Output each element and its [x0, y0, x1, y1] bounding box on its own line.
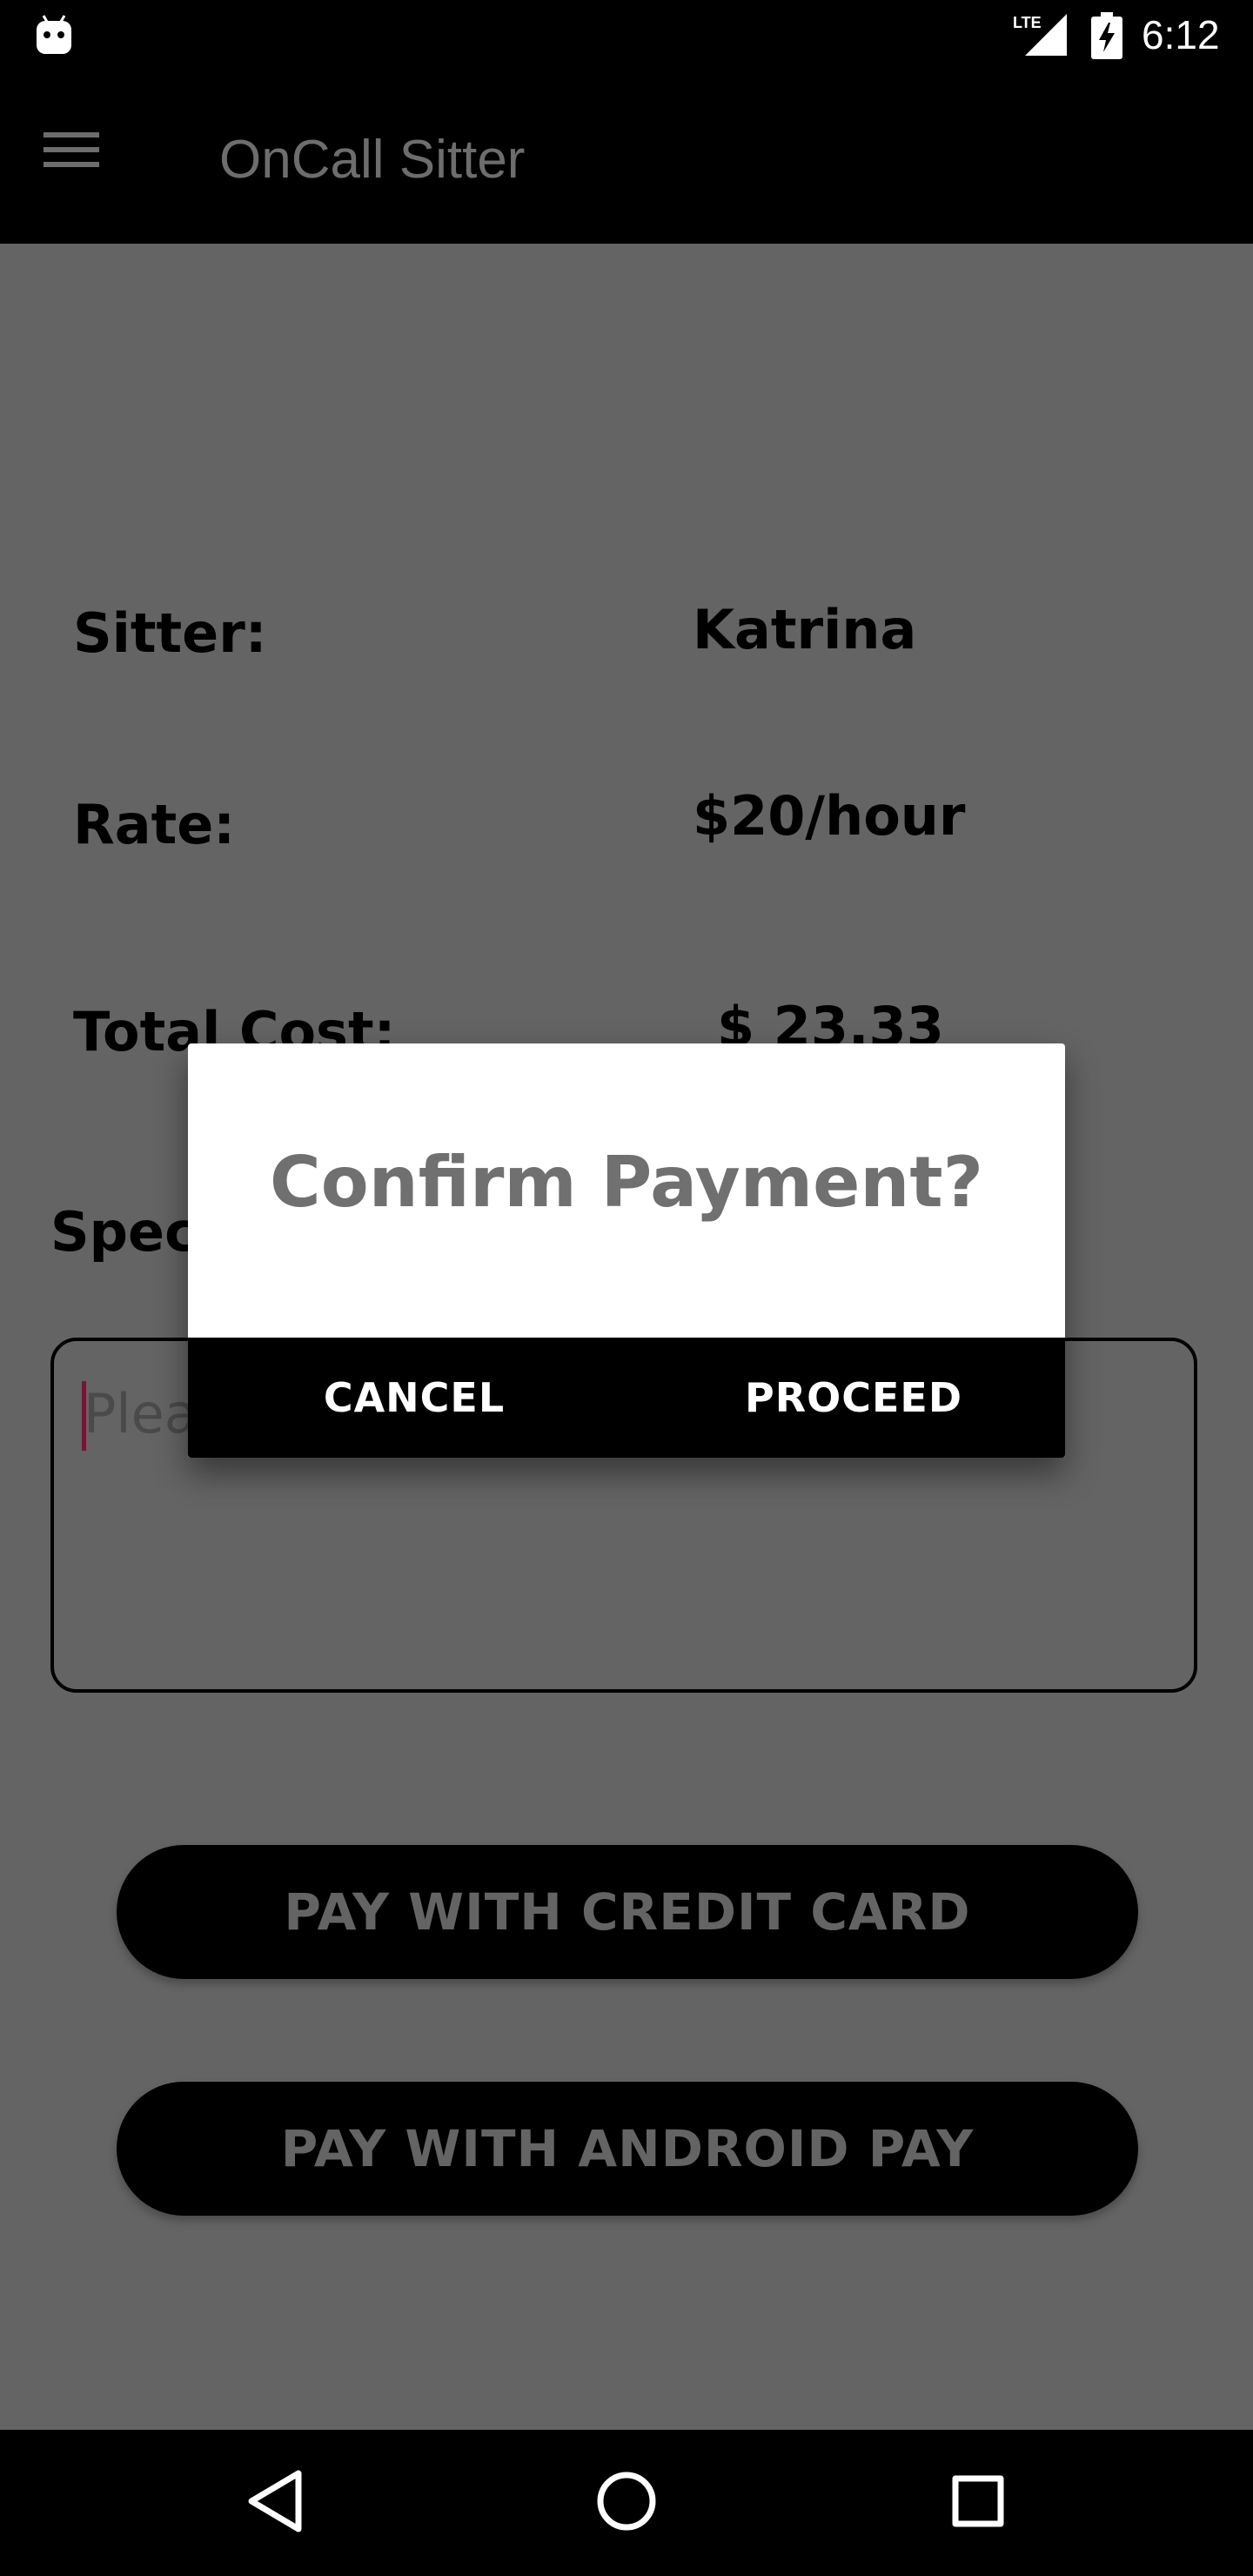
back-button[interactable]: [231, 2459, 318, 2546]
recent-apps-button[interactable]: [935, 2459, 1022, 2546]
sitter-value: Katrina: [693, 598, 917, 661]
home-button[interactable]: [583, 2459, 670, 2546]
android-debug-icon: [35, 14, 73, 56]
pay-with-android-pay-button[interactable]: PAY WITH ANDROID PAY: [117, 2082, 1138, 2216]
rate-value: $20/hour: [693, 784, 966, 848]
rate-label: Rate:: [73, 793, 236, 856]
back-icon: [245, 2468, 305, 2538]
cancel-button[interactable]: CANCEL: [275, 1338, 553, 1458]
special-instructions-label: Spec: [50, 1200, 197, 1264]
dialog-body: Confirm Payment?: [188, 1043, 1065, 1338]
battery-charging-icon: [1091, 12, 1122, 59]
pay-with-credit-card-button[interactable]: PAY WITH CREDIT CARD: [117, 1845, 1138, 1979]
menu-button[interactable]: [42, 124, 129, 193]
lte-signal-icon: LTE: [1013, 12, 1069, 57]
special-instructions-placeholder: Plea: [84, 1382, 198, 1446]
status-bar: LTE 6:12: [0, 0, 1253, 71]
home-icon: [595, 2470, 658, 2536]
proceed-button[interactable]: PROCEED: [710, 1338, 997, 1458]
dialog-title: Confirm Payment?: [270, 1142, 983, 1223]
recent-apps-icon: [950, 2473, 1006, 2532]
navigation-bar: [0, 2430, 1253, 2576]
hamburger-menu-icon: [42, 132, 103, 179]
network-type-label: LTE: [1013, 14, 1042, 31]
app-title: OnCall Sitter: [219, 130, 526, 190]
sitter-label: Sitter:: [73, 601, 267, 665]
app-bar: OnCall Sitter: [0, 71, 1253, 244]
dialog-actions: CANCEL PROCEED: [188, 1338, 1065, 1458]
status-time: 6:12: [1142, 12, 1220, 57]
confirm-payment-dialog: Confirm Payment? CANCEL PROCEED: [188, 1043, 1065, 1458]
